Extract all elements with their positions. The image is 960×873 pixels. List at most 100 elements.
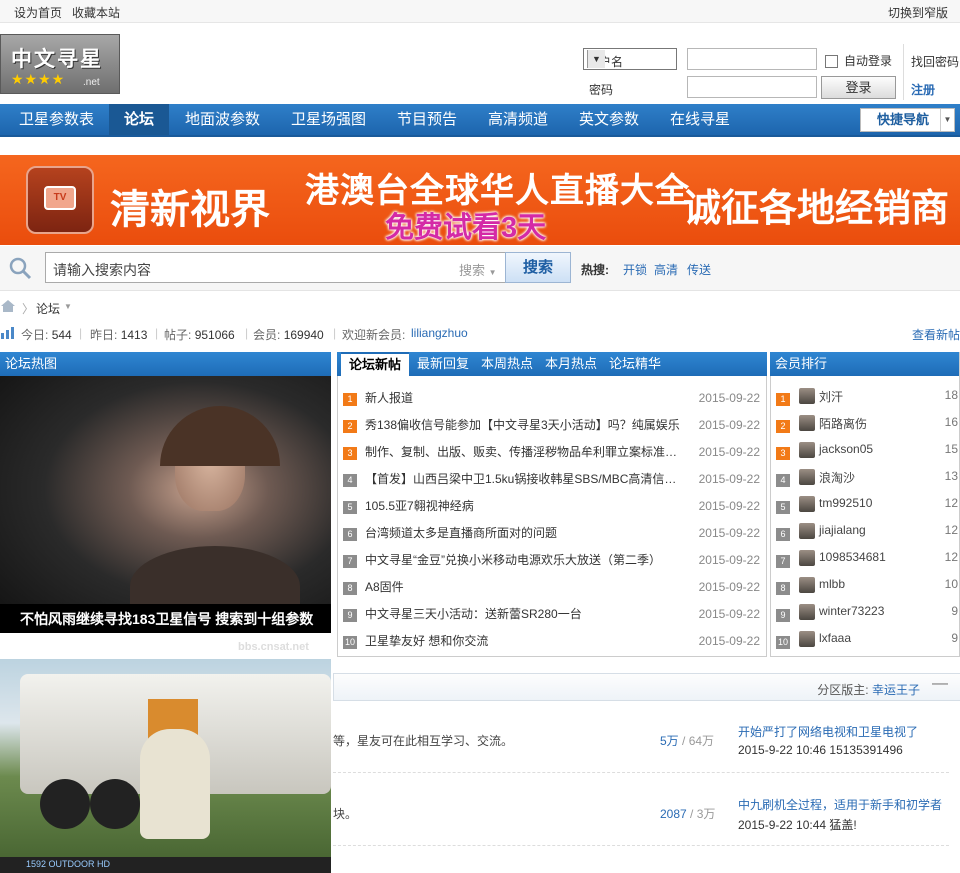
- hot-picture-caption[interactable]: 不怕风雨继续寻找183卫星信号 搜索到十组参数: [0, 604, 331, 633]
- new-member-link[interactable]: liliangzhuo: [411, 326, 468, 340]
- member-score: 12: [944, 550, 958, 564]
- search-type-value: 搜索: [459, 263, 486, 278]
- login-type-select[interactable]: 用户名 ▼: [583, 48, 677, 70]
- username-field[interactable]: [687, 48, 817, 70]
- new-posts-panel: 论坛新帖 最新回复 本周热点 本月热点 论坛精华 1 新人报道 2015-09-22…: [337, 352, 767, 657]
- post-title-link[interactable]: 105.5亚7翱视神经病: [365, 497, 683, 514]
- post-row: 6 台湾频道太多是直播商所面对的问题 2015-09-22: [343, 520, 763, 547]
- member-name-link[interactable]: jackson05: [819, 442, 873, 456]
- nav-item-hd-channels[interactable]: 高清频道: [473, 104, 563, 135]
- search-type-select[interactable]: 搜索 ▼: [456, 252, 506, 283]
- post-title-link[interactable]: 中文寻星三天小活动：送新蕾SR280一台: [365, 605, 683, 622]
- avatar[interactable]: [799, 496, 815, 512]
- hot-search-link[interactable]: 高清: [654, 261, 678, 278]
- checkbox-icon: [825, 55, 838, 69]
- login-button[interactable]: 登录: [821, 76, 896, 99]
- tv-icon-label: TV: [44, 186, 76, 210]
- member-name-link[interactable]: 浪淘沙: [819, 469, 855, 486]
- person-shape: [140, 729, 210, 839]
- member-name-link[interactable]: 陌路离伤: [819, 415, 867, 432]
- post-row: 1 新人报道 2015-09-22: [343, 385, 763, 412]
- member-name-link[interactable]: mlbb: [819, 577, 845, 591]
- last-post-link[interactable]: 中九刷机全过程，适用于新手和初学者: [738, 796, 948, 813]
- member-name-link[interactable]: jiajialang: [819, 523, 866, 537]
- rank-number: 8: [343, 582, 357, 595]
- last-post-link[interactable]: 开始严打了网络电视和卫星电视了: [738, 723, 948, 740]
- post-title-link[interactable]: 制作、复制、出版、贩卖、传播淫秽物品牟利罪立案标准及处罚: [365, 443, 683, 460]
- hot-search-link[interactable]: 开锁: [623, 261, 647, 278]
- tab-monthly-hot[interactable]: 本月热点: [537, 352, 605, 376]
- post-title-link[interactable]: 新人报道: [365, 389, 683, 406]
- view-new-posts-link[interactable]: 查看新帖: [912, 326, 960, 343]
- rank-number: 3: [343, 447, 357, 460]
- avatar[interactable]: [799, 442, 815, 458]
- nav-item-terrestrial[interactable]: 地面波参数: [170, 104, 275, 135]
- nav-item-forum[interactable]: 论坛: [109, 104, 170, 135]
- moderator-link[interactable]: 幸运王子: [872, 683, 920, 697]
- rank-number: 7: [776, 555, 790, 568]
- auto-login-checkbox[interactable]: 自动登录: [825, 52, 892, 69]
- rank-number: 6: [343, 528, 357, 541]
- avatar[interactable]: [799, 550, 815, 566]
- avatar[interactable]: [799, 631, 815, 647]
- rank-number: 5: [343, 501, 357, 514]
- bookmark-link[interactable]: 收藏本站: [72, 6, 120, 20]
- member-name-link[interactable]: winter73223: [819, 604, 884, 618]
- tab-weekly-hot[interactable]: 本周热点: [473, 352, 541, 376]
- quick-nav-button[interactable]: 快捷导航 ▼: [860, 108, 955, 132]
- nav-item-online-finder[interactable]: 在线寻星: [655, 104, 745, 135]
- banner-trial: 免费试看3天: [385, 212, 547, 244]
- hot-picture-image-2[interactable]: 1592 OUTDOOR HD: [0, 659, 331, 873]
- collapse-icon[interactable]: —: [932, 675, 948, 693]
- tab-digest[interactable]: 论坛精华: [601, 352, 669, 376]
- nav-item-satellite-params[interactable]: 卫星参数表: [4, 104, 109, 135]
- forum-row: 等，星友可在此相互学习、交流。 5万 / 64万 开始严打了网络电视和卫星电视了…: [333, 703, 949, 773]
- post-title-link[interactable]: A8固件: [365, 578, 683, 595]
- member-name-link[interactable]: lxfaaa: [819, 631, 851, 645]
- rank-number: 5: [776, 501, 790, 514]
- avatar[interactable]: [799, 415, 815, 431]
- post-title-link[interactable]: 中文寻星“金豆”兑换小米移动电源欢乐大放送（第二季）: [365, 551, 683, 568]
- tab-latest-replies[interactable]: 最新回复: [409, 352, 477, 376]
- banner-dealers: 诚征各地经销商: [683, 188, 950, 230]
- set-home-link[interactable]: 设为首页: [14, 6, 62, 20]
- breadcrumb-forum[interactable]: 论坛: [36, 300, 60, 317]
- site-logo[interactable]: 中文寻星 ★★★★ .net: [0, 34, 120, 94]
- post-date: 2015-09-22: [698, 472, 760, 486]
- nav-item-field-strength[interactable]: 卫星场强图: [276, 104, 381, 135]
- nav-item-program-guide[interactable]: 节目预告: [382, 104, 472, 135]
- ad-banner[interactable]: TV 清新视界 港澳台全球华人直播大全 免费试看3天 诚征各地经销商: [0, 155, 960, 245]
- avatar[interactable]: [799, 523, 815, 539]
- nav-item-english-params[interactable]: 英文参数: [564, 104, 654, 135]
- search-button[interactable]: 搜索: [505, 252, 571, 283]
- hot-search-label: 热搜:: [581, 263, 609, 277]
- member-name-link[interactable]: tm992510: [819, 496, 872, 510]
- find-password-link[interactable]: 找回密码: [911, 53, 959, 70]
- avatar[interactable]: [799, 577, 815, 593]
- post-count: 3万: [696, 807, 716, 821]
- password-field[interactable]: [687, 76, 817, 98]
- post-title-link[interactable]: 秀138偏收信号能参加【中文寻星3天小活动】吗？纯属娱乐: [365, 416, 683, 433]
- rank-number: 6: [776, 528, 790, 541]
- avatar[interactable]: [799, 388, 815, 404]
- hot-search-link[interactable]: 传送: [687, 261, 711, 278]
- avatar[interactable]: [799, 604, 815, 620]
- member-name-link[interactable]: 刘汗: [819, 388, 843, 405]
- post-count: 64万: [688, 734, 715, 748]
- top-bar: 设为首页 收藏本站 切换到窄版: [0, 0, 960, 23]
- member-score: 13: [944, 469, 958, 483]
- home-icon[interactable]: [1, 300, 15, 312]
- avatar[interactable]: [799, 469, 815, 485]
- post-title-link[interactable]: 卫星挚友好 想和你交流: [365, 632, 683, 649]
- member-name-link[interactable]: 1098534681: [819, 550, 886, 564]
- post-title-link[interactable]: 【首发】山西吕梁中卫1.5ku锅接收韩星SBS/MBC高清信号成功: [365, 470, 683, 487]
- rank-row: 5 tm992510 12: [776, 493, 958, 520]
- switch-narrow-link[interactable]: 切换到窄版: [888, 4, 948, 21]
- hot-picture-image[interactable]: [0, 376, 331, 628]
- register-link[interactable]: 注册: [911, 81, 935, 98]
- tab-new-threads[interactable]: 论坛新帖: [341, 352, 410, 376]
- search-input[interactable]: 请输入搜索内容: [45, 252, 457, 283]
- breadcrumb: 〉 论坛 ▼: [0, 299, 960, 316]
- logo-domain: .net: [83, 77, 100, 88]
- post-title-link[interactable]: 台湾频道太多是直播商所面对的问题: [365, 524, 683, 541]
